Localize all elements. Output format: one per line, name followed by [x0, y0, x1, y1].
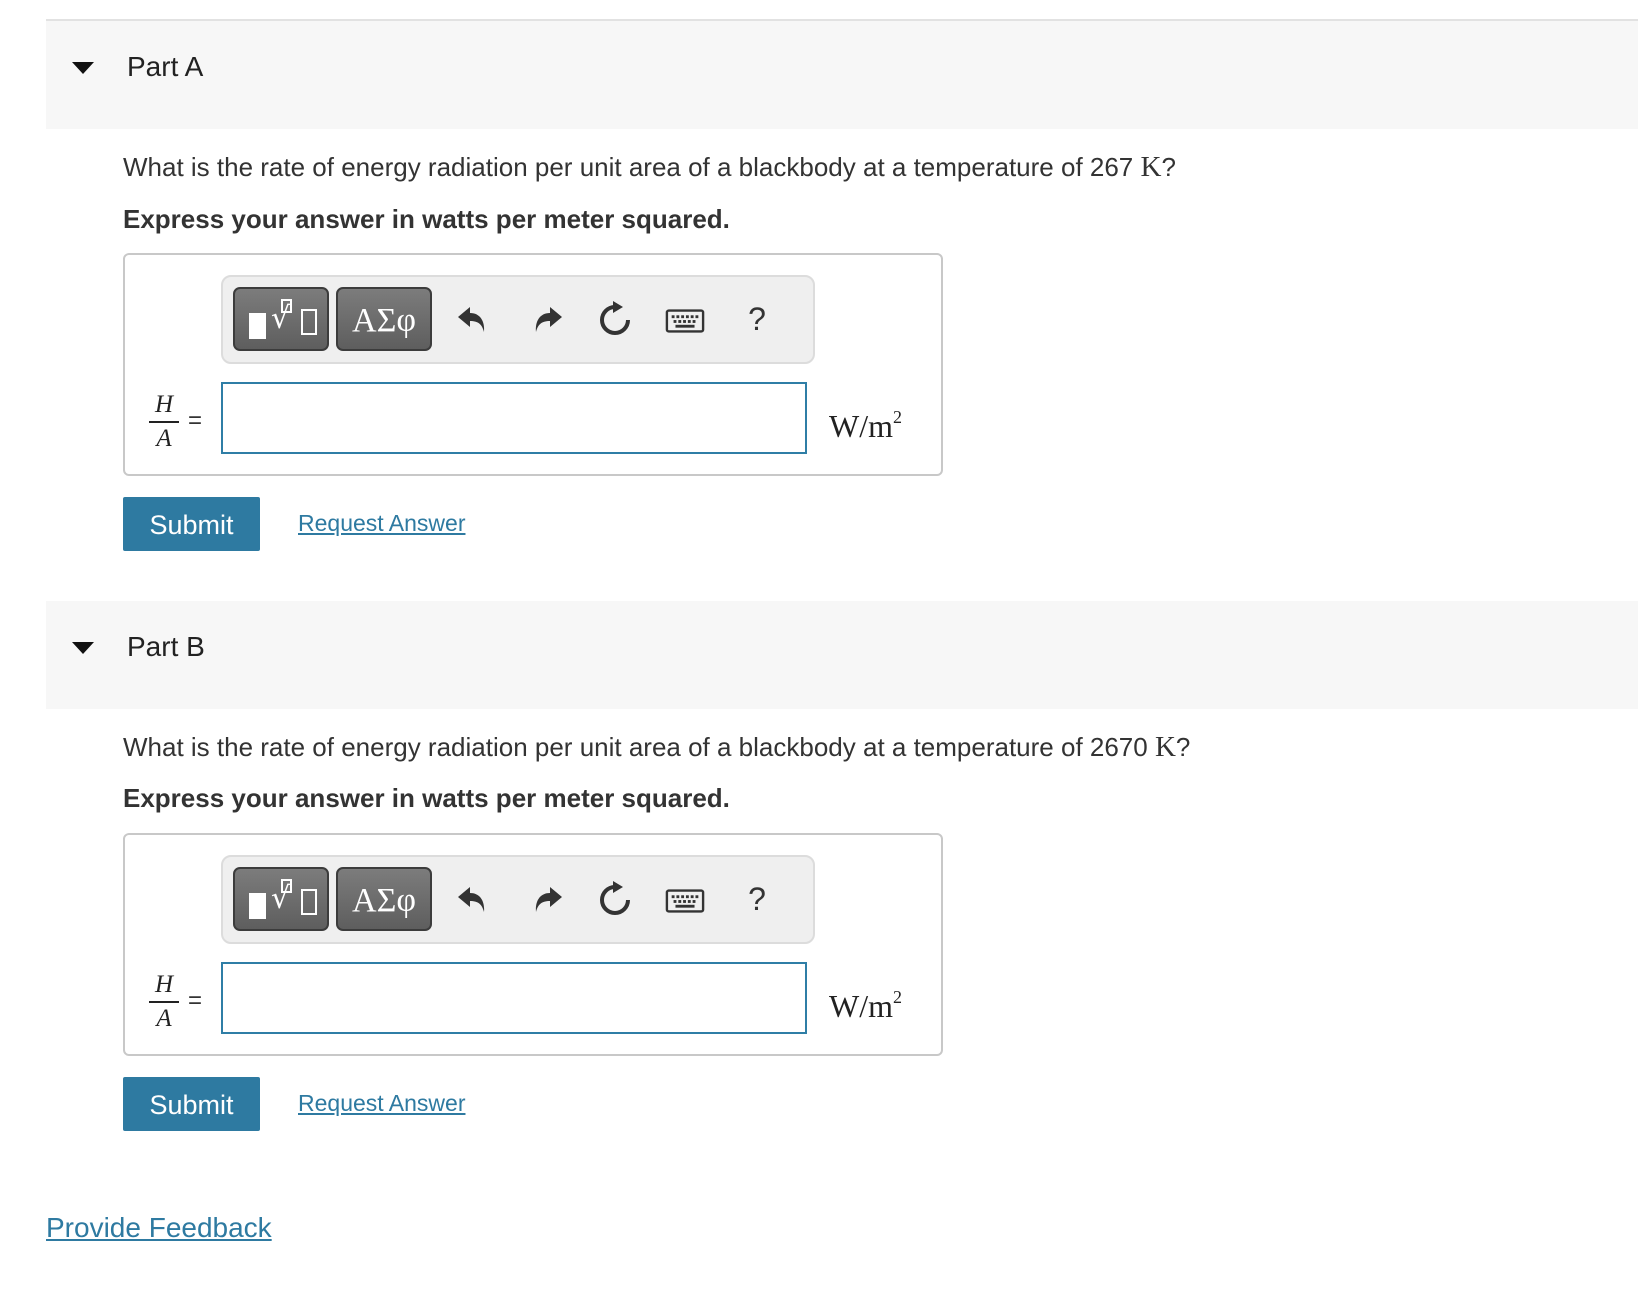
help-button[interactable]: ? [742, 297, 772, 337]
part-a-title: Part A [127, 51, 204, 82]
fraction-bar [149, 421, 179, 423]
reset-icon[interactable] [595, 299, 635, 339]
symbols-button[interactable]: ΑΣφ [336, 287, 432, 351]
part-a-answer-box: √ ΑΣφ ? H A = W/m2 [123, 253, 943, 476]
template-box-icon [301, 889, 317, 915]
template-block-icon [249, 893, 266, 919]
question-mark: ? [1161, 152, 1176, 182]
collapse-caret-icon[interactable] [72, 62, 94, 74]
question-text: What is the rate of energy radiation per… [123, 152, 1134, 182]
lhs-denominator: A [156, 1005, 172, 1032]
units-base: W/m [829, 988, 893, 1024]
part-b-instruction: Express your answer in watts per meter s… [123, 783, 730, 813]
part-b-header[interactable]: Part B [46, 601, 1638, 709]
fraction-bar [149, 1001, 179, 1003]
answer-units: W/m2 [829, 977, 902, 1026]
units-base: W/m [829, 408, 893, 444]
submit-button[interactable]: Submit [123, 497, 260, 551]
request-answer-link[interactable]: Request Answer [298, 1088, 465, 1118]
units-exponent: 2 [892, 407, 902, 427]
keyboard-icon[interactable] [665, 301, 707, 341]
units-exponent: 2 [892, 987, 902, 1007]
keyboard-icon[interactable] [665, 881, 707, 921]
provide-feedback-link[interactable]: Provide Feedback [46, 1211, 272, 1245]
part-b-title: Part B [127, 631, 205, 662]
undo-icon[interactable] [454, 879, 494, 919]
math-toolbar: √ ΑΣφ ? [221, 275, 815, 364]
part-b-question: What is the rate of energy radiation per… [123, 731, 1190, 763]
answer-input[interactable] [221, 382, 807, 454]
lhs-numerator: H [154, 391, 174, 418]
symbols-button[interactable]: ΑΣφ [336, 867, 432, 931]
undo-icon[interactable] [454, 299, 494, 339]
equals-sign: = [188, 987, 203, 1014]
math-toolbar: √ ΑΣφ ? [221, 855, 815, 944]
symbols-label: ΑΣφ [352, 302, 416, 339]
question-unit: K [1154, 731, 1176, 763]
question-unit: K [1140, 151, 1162, 183]
collapse-caret-icon[interactable] [72, 642, 94, 654]
question-mark: ? [1175, 732, 1191, 762]
lhs-denominator: A [156, 425, 172, 452]
sqrt-icon: √ [271, 881, 291, 916]
request-answer-link[interactable]: Request Answer [298, 508, 465, 538]
submit-button[interactable]: Submit [123, 1077, 260, 1131]
sqrt-icon: √ [271, 301, 291, 336]
lhs-fraction: H A [149, 391, 179, 453]
part-a-question: What is the rate of energy radiation per… [123, 151, 1176, 183]
help-button[interactable]: ? [742, 877, 772, 917]
lhs-numerator: H [154, 971, 174, 998]
question-text: What is the rate of energy radiation per… [123, 732, 1148, 762]
templates-button[interactable]: √ [233, 867, 329, 931]
template-box-icon [301, 309, 317, 335]
template-block-icon [249, 313, 266, 339]
redo-icon[interactable] [526, 299, 566, 339]
reset-icon[interactable] [595, 879, 635, 919]
part-a-instruction: Express your answer in watts per meter s… [123, 204, 730, 234]
equals-sign: = [188, 407, 203, 434]
templates-button[interactable]: √ [233, 287, 329, 351]
part-b-answer-box: √ ΑΣφ ? H A = W/m2 [123, 833, 943, 1056]
answer-input[interactable] [221, 962, 807, 1034]
redo-icon[interactable] [526, 879, 566, 919]
symbols-label: ΑΣφ [352, 882, 416, 919]
part-a-header[interactable]: Part A [46, 21, 1638, 129]
lhs-fraction: H A [149, 971, 179, 1033]
answer-units: W/m2 [829, 397, 902, 446]
